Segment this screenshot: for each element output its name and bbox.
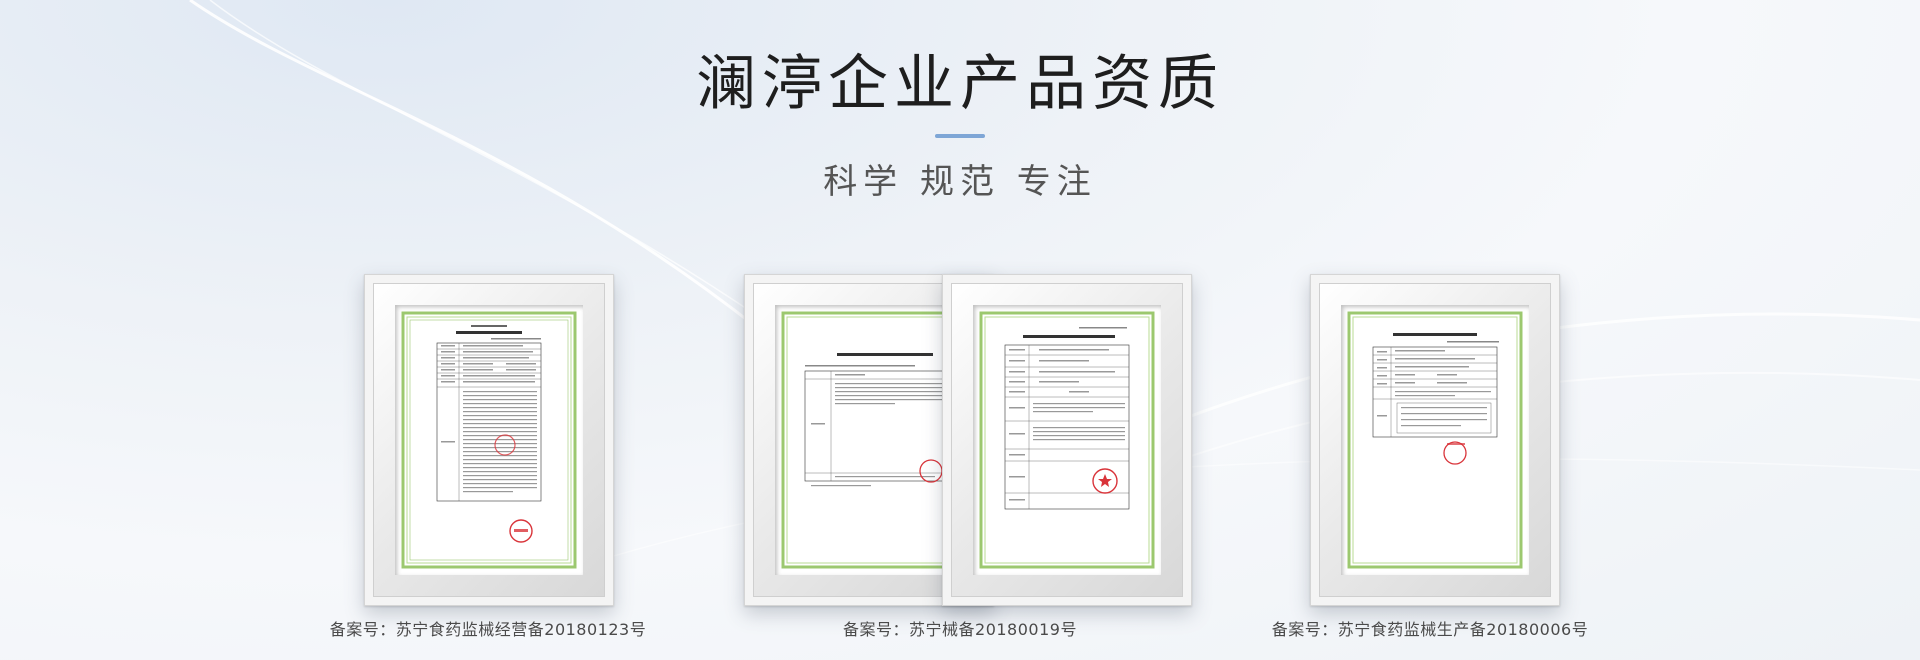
certificate-caption-1: 备案号：苏宁食药监械经营备20180123号 [329,620,647,639]
certificate-image-2b [979,311,1155,569]
certificate-caption-2: 备案号：苏宁械备20180019号 [843,620,1077,639]
page-title: 澜渟企业产品资质 [696,49,1224,119]
certificate-frame-1 [364,274,614,606]
certificate-frame-3 [1310,274,1560,606]
title-divider [935,134,985,138]
page-subtitle: 科学 规范 专注 [823,162,1097,202]
certificate-frame-2b [942,274,1192,606]
certificate-image-3 [1347,311,1523,569]
certificate-image-1 [401,311,577,569]
certificate-image-2a [781,311,957,569]
certificate-caption-3: 备案号：苏宁食药监械生产备20180006号 [1271,620,1589,639]
